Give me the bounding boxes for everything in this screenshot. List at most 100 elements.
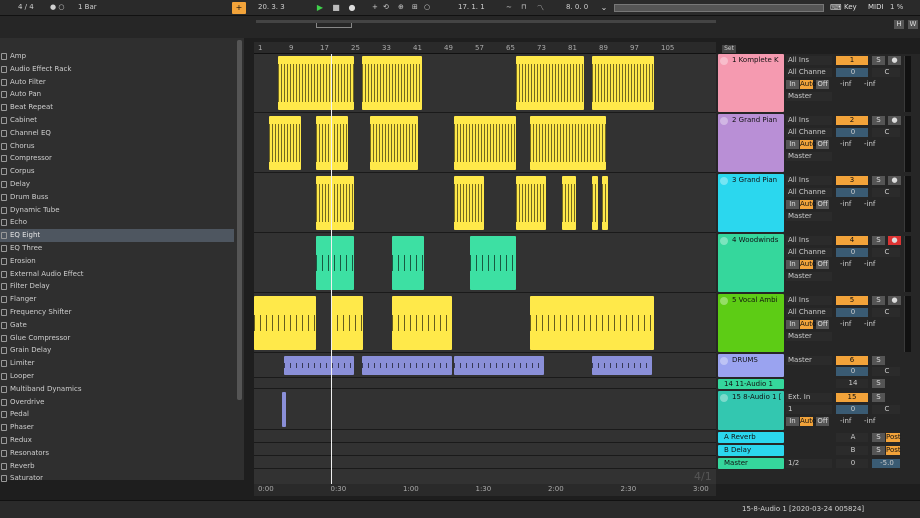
volume-field[interactable]: 0	[836, 68, 868, 77]
browser-item[interactable]: Frequency Shifter	[0, 306, 234, 319]
track-header[interactable]: Master	[718, 458, 784, 469]
solo-button[interactable]: S	[872, 393, 885, 402]
solo-button[interactable]: S	[872, 236, 885, 245]
browser-item[interactable]: Overdrive	[0, 396, 234, 409]
clip[interactable]	[362, 356, 452, 375]
monitor-auto-button[interactable]: Auto	[800, 320, 816, 329]
clip[interactable]	[316, 116, 348, 170]
volume-field[interactable]: 0	[836, 188, 868, 197]
add-icon[interactable]: +	[372, 3, 378, 11]
output-select[interactable]: Master	[786, 356, 832, 365]
loop-length[interactable]: 8. 0. 0	[566, 3, 588, 11]
arrangement-record-icon[interactable]: +	[232, 2, 246, 14]
input-type-select[interactable]: All Ins	[786, 176, 832, 185]
track-activator[interactable]: 15	[836, 393, 868, 402]
clip[interactable]	[530, 116, 606, 170]
browser-item[interactable]: Beat Repeat	[0, 101, 234, 114]
arrangement-lane[interactable]	[254, 174, 716, 233]
song-position[interactable]: 20. 3. 3	[258, 3, 285, 11]
play-icon[interactable]: ▶	[314, 2, 326, 14]
monitor-off-button[interactable]: Off	[816, 320, 829, 329]
clip[interactable]	[562, 176, 576, 230]
monitor-in-button[interactable]: In	[786, 417, 799, 426]
clip[interactable]	[278, 56, 354, 110]
monitor-in-button[interactable]: In	[786, 260, 799, 269]
track-activator[interactable]: 4	[836, 236, 868, 245]
track-header[interactable]: A Reverb	[718, 432, 784, 443]
input-channel-select[interactable]: All Channe	[786, 68, 832, 77]
clip[interactable]	[602, 176, 608, 230]
monitor-auto-button[interactable]: Auto	[800, 200, 816, 209]
draw-mode-icon[interactable]: ○	[424, 3, 430, 11]
return-letter[interactable]: A	[836, 433, 868, 442]
fold-arrow-icon[interactable]	[720, 297, 728, 305]
monitor-off-button[interactable]: Off	[816, 140, 829, 149]
browser-item[interactable]: Looper	[0, 370, 234, 383]
clip[interactable]	[592, 356, 652, 375]
monitor-in-button[interactable]: In	[786, 140, 799, 149]
clip[interactable]	[470, 236, 516, 290]
solo-button[interactable]: S	[872, 433, 885, 442]
post-button[interactable]: Post	[886, 446, 901, 455]
input-type-select[interactable]: All Ins	[786, 236, 832, 245]
arm-button[interactable]: ●	[888, 296, 901, 305]
overdub-icon[interactable]: ⊕	[398, 3, 404, 11]
stop-icon[interactable]: ■	[330, 2, 342, 14]
clip[interactable]	[454, 176, 484, 230]
output-select[interactable]: Master	[786, 332, 832, 341]
arrangement-lane[interactable]	[254, 431, 716, 443]
record-icon[interactable]: ●	[346, 2, 358, 14]
monitor-in-button[interactable]: In	[786, 200, 799, 209]
browser-item[interactable]: Saturator	[0, 472, 234, 485]
quantize-menu[interactable]: 1 Bar	[78, 3, 97, 11]
track-header[interactable]: 2 Grand Pian	[718, 114, 784, 172]
io-h-button[interactable]: H	[894, 20, 904, 29]
output-select[interactable]: Master	[786, 152, 832, 161]
metronome-dots[interactable]: ● ○	[50, 3, 64, 11]
input-channel-select[interactable]: All Channe	[786, 248, 832, 257]
clip[interactable]	[592, 56, 654, 110]
clip[interactable]	[370, 116, 418, 170]
clip[interactable]	[284, 356, 354, 375]
loop-start[interactable]: 17. 1. 1	[458, 3, 485, 11]
post-button[interactable]: Post	[886, 433, 901, 442]
pan-field[interactable]: C	[872, 308, 900, 317]
bar-ruler[interactable]: 1 9 17 25 33 41 49 57 65 73 81 89 97 105	[254, 42, 716, 54]
keyboard-icon[interactable]: ⌨	[830, 2, 842, 14]
arrangement-view[interactable]	[254, 54, 716, 484]
browser-item[interactable]: Phaser	[0, 421, 234, 434]
monitor-off-button[interactable]: Off	[816, 80, 829, 89]
track-activator[interactable]: 1	[836, 56, 868, 65]
track-activator[interactable]: 6	[836, 356, 868, 365]
arrangement-lane[interactable]	[254, 234, 716, 293]
input-type-select[interactable]: All Ins	[786, 56, 832, 65]
monitor-off-button[interactable]: Off	[816, 200, 829, 209]
browser-item[interactable]: Drum Buss	[0, 191, 234, 204]
volume-field[interactable]: 0	[836, 405, 868, 414]
solo-button[interactable]: S	[872, 379, 885, 388]
pan-field[interactable]: C	[872, 367, 900, 376]
browser-scrollbar[interactable]	[237, 40, 242, 400]
browser-item[interactable]: Delay	[0, 178, 234, 191]
arrangement-lane[interactable]	[254, 54, 716, 113]
output-select[interactable]: Master	[786, 212, 832, 221]
clip[interactable]	[392, 296, 452, 350]
clip[interactable]	[362, 56, 422, 110]
chevron-down-icon[interactable]: ⌄	[598, 2, 610, 14]
track-activator[interactable]: 3	[836, 176, 868, 185]
fold-arrow-icon[interactable]	[720, 117, 728, 125]
set-button[interactable]: Set	[722, 45, 736, 53]
track-header[interactable]: 14 11-Audio 1	[718, 379, 784, 389]
fold-arrow-icon[interactable]	[720, 357, 728, 365]
monitor-in-button[interactable]: In	[786, 320, 799, 329]
fold-arrow-icon[interactable]	[720, 394, 728, 402]
browser-item[interactable]: Dynamic Tube	[0, 204, 234, 217]
clip[interactable]	[254, 296, 316, 350]
clip[interactable]	[516, 176, 546, 230]
time-signature[interactable]: 4 / 4	[18, 3, 34, 11]
input-channel-select[interactable]: All Channe	[786, 188, 832, 197]
pan-field[interactable]: C	[872, 128, 900, 137]
track-activator[interactable]: 2	[836, 116, 868, 125]
clip[interactable]	[269, 116, 301, 170]
browser-item[interactable]: Reverb	[0, 460, 234, 473]
